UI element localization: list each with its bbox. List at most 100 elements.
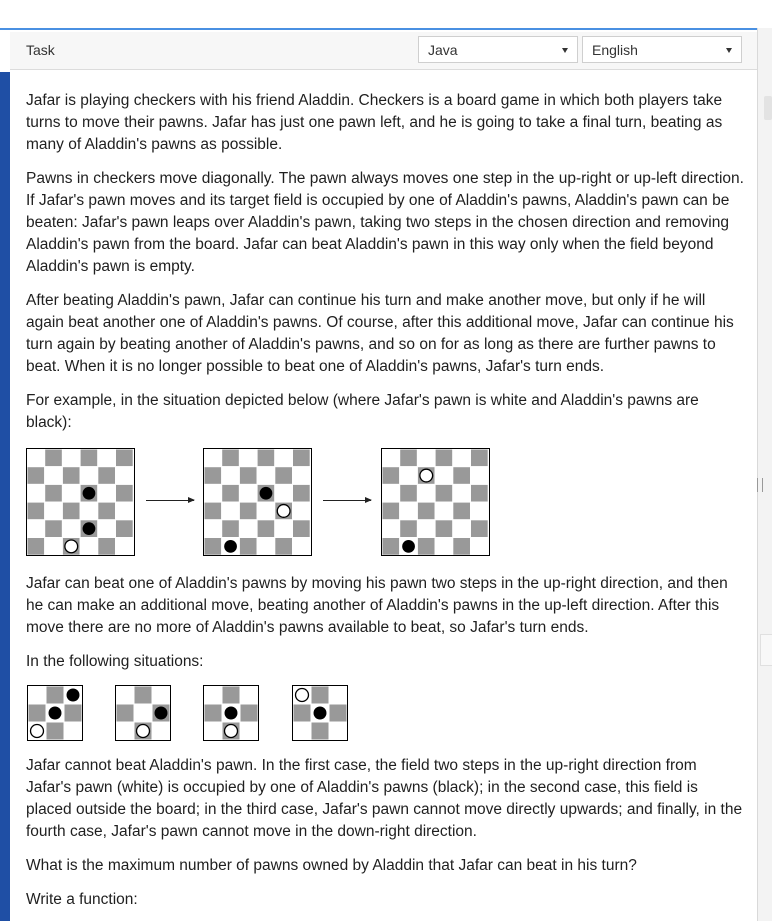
board-cell [204, 501, 223, 521]
board-cell [97, 466, 117, 485]
board-cell [470, 449, 489, 468]
board-cell [382, 501, 401, 521]
board-cell [274, 449, 294, 468]
board-cell [238, 519, 258, 539]
board-cell [328, 686, 347, 705]
white-pawn-icon [276, 503, 291, 518]
programming-language-select[interactable]: Java [418, 36, 578, 63]
board-cell [44, 449, 63, 468]
board-cell [204, 483, 223, 503]
board-cell [434, 537, 454, 555]
board-svg [116, 686, 170, 740]
gutter-tab[interactable] [764, 96, 772, 120]
board-cell [79, 501, 99, 521]
board-cell [382, 483, 401, 503]
board-cell [470, 519, 489, 539]
board-cell [44, 466, 63, 485]
board-cell [416, 483, 436, 503]
black-pawn-icon [82, 522, 96, 536]
board-cell [27, 537, 46, 555]
board-cell [63, 721, 82, 740]
board-cell [292, 466, 311, 485]
black-pawn-icon [82, 486, 96, 500]
board-cell [399, 483, 418, 503]
board-cell [399, 449, 418, 468]
example-figure [26, 448, 746, 561]
task-panel: Task Java English Jafar is playing check… [10, 28, 757, 921]
board-cell [204, 466, 223, 485]
board-svg [382, 449, 489, 555]
black-pawn-icon [224, 539, 237, 553]
board-cell [238, 466, 258, 485]
gutter-tab[interactable] [760, 634, 772, 666]
board-cell [470, 483, 489, 503]
white-pawn-icon [419, 468, 434, 483]
board-cell [27, 483, 46, 503]
board-cell [292, 537, 311, 555]
board-cell [45, 686, 65, 705]
board-cell [382, 537, 401, 555]
board-cell [399, 466, 418, 485]
board-cell [97, 501, 117, 521]
resize-handle[interactable] [757, 478, 763, 492]
board-cell [204, 537, 223, 555]
board-cell [256, 449, 276, 468]
example-board-2 [203, 448, 312, 556]
board-cell [310, 686, 330, 705]
board-cell [44, 483, 63, 503]
board-cell [238, 501, 258, 521]
board-cell [44, 537, 63, 555]
board-cell [274, 483, 294, 503]
board-cell [115, 466, 134, 485]
arrow-icon [146, 497, 195, 503]
board-cell [79, 466, 99, 485]
paragraph-example-explanation: Jafar can beat one of Aladdin's pawns by… [26, 575, 728, 636]
task-description: Jafar is playing checkers with his frien… [26, 90, 746, 923]
board-cell [416, 519, 436, 539]
board-cell [256, 501, 276, 521]
board-cell [434, 466, 454, 485]
board-cell [63, 703, 82, 723]
board-cell [382, 519, 401, 539]
board-cell [274, 466, 294, 485]
programming-language-value: Java [428, 42, 458, 58]
black-pawn-icon [313, 706, 327, 720]
human-language-select[interactable]: English [582, 36, 742, 63]
black-pawn-icon [259, 486, 273, 500]
board-cell [292, 519, 311, 539]
board-cell [239, 686, 258, 705]
board-svg [293, 686, 347, 740]
board-cell [27, 466, 46, 485]
board-cell [328, 721, 347, 740]
board-svg [204, 686, 258, 740]
chevron-down-icon [562, 48, 568, 53]
board-cell [79, 449, 99, 468]
left-accent-bar [0, 72, 10, 921]
situations-figure [26, 685, 746, 743]
board-cell [221, 483, 240, 503]
board-cell [116, 721, 135, 740]
board-cell [416, 501, 436, 521]
board-cell [27, 449, 46, 468]
board-cell [221, 501, 240, 521]
board-svg [28, 686, 82, 740]
board-svg [27, 449, 134, 555]
paragraph-example-intro: For example, in the situation depicted b… [26, 392, 699, 431]
board-cell [434, 449, 454, 468]
board-cell [434, 519, 454, 539]
board-cell [274, 537, 294, 555]
example-board-3 [381, 448, 490, 556]
black-pawn-icon [224, 706, 238, 720]
situation-board-1 [27, 685, 83, 741]
board-cell [151, 686, 170, 705]
board-cell [61, 449, 81, 468]
board-cell [434, 483, 454, 503]
board-cell [292, 483, 311, 503]
board-cell [256, 519, 276, 539]
board-cell [97, 483, 117, 503]
example-board-1 [26, 448, 135, 556]
board-cell [470, 537, 489, 555]
board-cell [116, 703, 135, 723]
board-cell [221, 466, 240, 485]
board-cell [239, 721, 258, 740]
